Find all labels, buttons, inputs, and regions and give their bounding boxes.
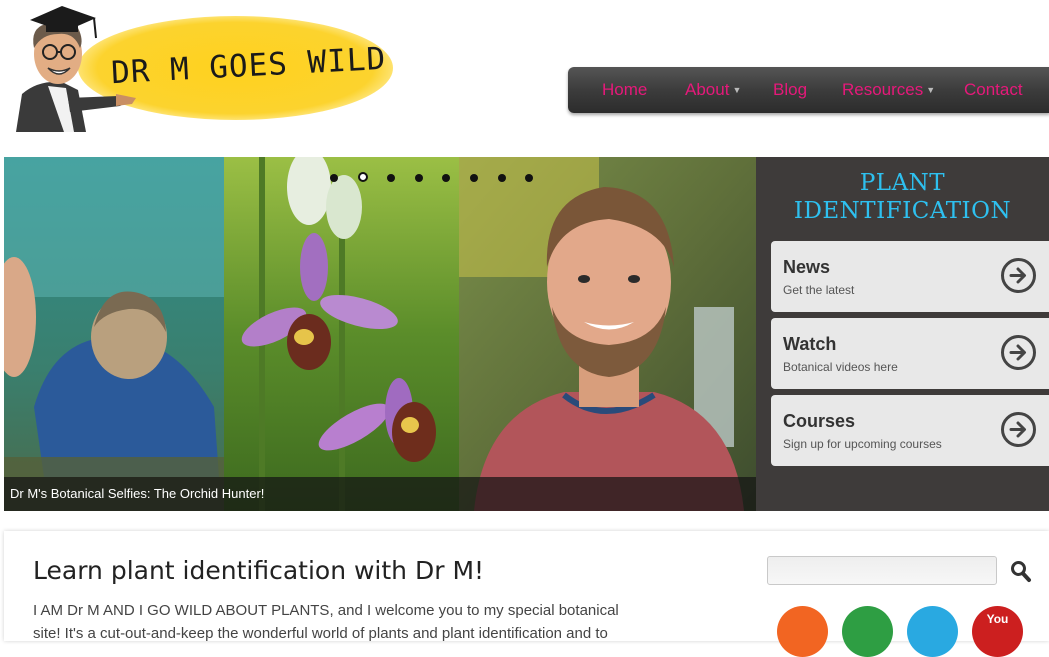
plant-identification-panel: PLANT IDENTIFICATION News Get the latest… bbox=[756, 157, 1049, 511]
chevron-down-icon: ▼ bbox=[926, 85, 936, 95]
slider-dot[interactable] bbox=[498, 174, 506, 182]
slider-dot[interactable] bbox=[415, 174, 423, 182]
nav-resources[interactable]: Resources ▼ bbox=[842, 67, 935, 113]
card-courses-title: Courses bbox=[783, 411, 856, 431]
card-watch[interactable]: Watch Botanical videos here bbox=[771, 318, 1049, 389]
card-courses-subtitle: Sign up for upcoming courses bbox=[783, 437, 942, 451]
card-watch-title: Watch bbox=[783, 334, 837, 354]
card-news-title: News bbox=[783, 257, 831, 277]
chevron-down-icon: ▼ bbox=[732, 85, 742, 95]
rss-icon[interactable] bbox=[777, 606, 828, 657]
card-watch-subtitle: Botanical videos here bbox=[783, 360, 898, 374]
hero-slider[interactable] bbox=[4, 157, 756, 511]
twitter-icon[interactable] bbox=[907, 606, 958, 657]
slider-dot-active[interactable] bbox=[358, 172, 368, 182]
panel-title-line1: PLANT bbox=[859, 170, 946, 196]
search-input[interactable] bbox=[767, 556, 997, 585]
nav-resources-label: Resources bbox=[842, 80, 924, 99]
card-news[interactable]: News Get the latest bbox=[771, 241, 1049, 312]
nav-home-label: Home bbox=[602, 80, 648, 99]
panel-title-line2: IDENTIFICATION bbox=[793, 198, 1012, 224]
main-nav: Home About ▼ Blog Resources ▼ Contact bbox=[568, 67, 1049, 113]
nav-blog-label: Blog bbox=[773, 80, 808, 99]
intro-text-line1: I AM Dr M AND I GO WILD ABOUT PLANTS, an… bbox=[33, 602, 619, 619]
search-icon[interactable] bbox=[1010, 560, 1032, 584]
slider-dot[interactable] bbox=[442, 174, 450, 182]
slide-image bbox=[4, 157, 756, 511]
arrow-right-icon[interactable] bbox=[1001, 335, 1036, 370]
arrow-right-icon[interactable] bbox=[1001, 412, 1036, 447]
intro-text-line2: site! It's a cut-out-and-keep the wonder… bbox=[33, 625, 608, 642]
nav-about[interactable]: About ▼ bbox=[685, 67, 741, 113]
nav-contact-label: Contact bbox=[964, 80, 1023, 99]
card-news-subtitle: Get the latest bbox=[783, 283, 855, 297]
nav-about-label: About bbox=[685, 80, 730, 99]
slider-dot[interactable] bbox=[525, 174, 533, 182]
page-title: Learn plant identification with Dr M! bbox=[33, 556, 485, 585]
slider-dot[interactable] bbox=[470, 174, 478, 182]
slide-caption[interactable]: Dr M's Botanical Selfies: The Orchid Hun… bbox=[4, 477, 756, 511]
arrow-right-icon[interactable] bbox=[1001, 258, 1036, 293]
card-courses[interactable]: Courses Sign up for upcoming courses bbox=[771, 395, 1049, 466]
site-logo[interactable]: DR M GOES WILD bbox=[8, 2, 393, 132]
slide-caption-text: Dr M's Botanical Selfies: The Orchid Hun… bbox=[10, 486, 265, 501]
nav-home[interactable]: Home bbox=[602, 67, 647, 113]
slider-dot[interactable] bbox=[330, 174, 338, 182]
nav-blog[interactable]: Blog bbox=[773, 67, 807, 113]
email-icon[interactable] bbox=[842, 606, 893, 657]
nav-contact[interactable]: Contact bbox=[964, 67, 1023, 113]
youtube-icon[interactable]: You bbox=[972, 606, 1023, 657]
youtube-label: You bbox=[986, 612, 1009, 626]
slider-dot[interactable] bbox=[387, 174, 395, 182]
